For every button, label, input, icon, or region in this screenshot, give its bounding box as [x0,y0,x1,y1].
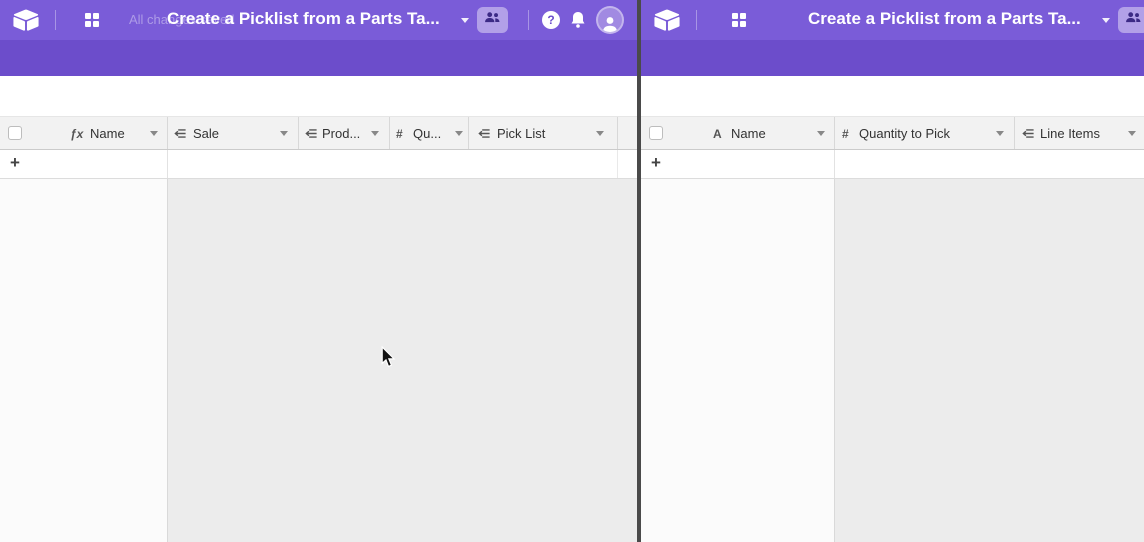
column-header[interactable]: Sale [193,126,219,141]
grid-header-row: A Name # Quantity to Pick Line Items [641,117,1144,150]
add-row[interactable]: + [0,150,637,179]
airtable-before-after: { "colors": { "topbar_purple": "#7a5cd8"… [0,0,1144,542]
column-divider[interactable] [389,117,390,149]
linked-record-field-icon [174,127,187,145]
base-title[interactable]: Create a Picklist from a Parts Ta... [808,9,1081,29]
table-tabbar: Sales Line Items PO + AUTOMATIONS EXTENS… [0,40,637,76]
add-record-icon[interactable]: + [651,153,661,173]
column-header[interactable]: Qu... [413,126,441,141]
column-divider [617,150,618,178]
notifications-bell-icon[interactable] [570,11,586,34]
help-icon[interactable]: ? [542,11,560,29]
formula-field-icon: ƒx [70,127,83,141]
airtable-logo-icon[interactable] [654,9,680,36]
chevron-down-icon[interactable] [596,131,604,136]
linked-record-field-icon [305,127,318,145]
column-divider[interactable] [1014,117,1015,149]
avatar[interactable] [598,8,622,32]
number-field-icon: # [396,127,403,141]
column-header[interactable]: Name [731,126,766,141]
view-toolbar: VIEWS Grid view [641,76,1144,117]
chevron-down-icon[interactable] [996,131,1004,136]
select-all-checkbox[interactable] [649,126,663,140]
add-record-icon[interactable]: + [10,153,20,173]
add-row[interactable]: + [641,150,1144,179]
collaborators-icon [1125,11,1142,29]
chevron-down-icon[interactable] [461,18,469,23]
single-line-text-field-icon: A [713,127,722,141]
column-header[interactable]: Pick List [497,126,545,141]
frozen-column-area[interactable] [0,179,168,542]
apps-grid-icon[interactable] [731,12,747,33]
chevron-down-icon[interactable] [455,131,463,136]
column-divider[interactable] [167,117,168,149]
column-divider[interactable] [834,117,835,149]
help-glyph: ? [547,13,554,27]
chevron-down-icon[interactable] [817,131,825,136]
share-button[interactable] [1118,7,1144,33]
collaborators-icon [484,11,501,29]
mouse-cursor [381,346,396,373]
share-button[interactable] [477,7,508,33]
topbar: All changes saved Create a Picklist from… [0,0,637,40]
column-divider [167,150,168,178]
view-toolbar: VIEWS Grid view [0,76,637,117]
frozen-column-area[interactable] [641,179,835,542]
column-header[interactable]: Prod... [322,126,360,141]
divider [528,10,529,30]
airtable-logo-icon[interactable] [13,9,39,36]
apps-grid-icon[interactable] [84,12,100,33]
topbar: Create a Picklist from a Parts Ta... [641,0,1144,40]
base-title[interactable]: Create a Picklist from a Parts Ta... [167,9,440,29]
number-field-icon: # [842,127,849,141]
chevron-down-icon[interactable] [280,131,288,136]
linked-record-field-icon [1022,127,1035,145]
grid-header-row: ƒx Name Sale Prod... # Qu... Pick List [0,117,637,150]
linked-record-field-icon [478,127,491,145]
grid-empty-area[interactable] [0,179,637,542]
table-tabbar: Sales Line Items Pick List + AUTOMATIONS [641,40,1144,76]
chevron-down-icon[interactable] [371,131,379,136]
chevron-down-icon[interactable] [1102,18,1110,23]
select-all-checkbox[interactable] [8,126,22,140]
column-header[interactable]: Line Items [1040,126,1100,141]
column-divider [834,150,835,178]
left-screen: All changes saved Create a Picklist from… [0,0,637,542]
divider [55,10,56,30]
column-header[interactable]: Name [90,126,125,141]
right-screen: Create a Picklist from a Parts Ta... Sal… [641,0,1144,542]
chevron-down-icon[interactable] [1128,131,1136,136]
divider [696,10,697,30]
column-divider[interactable] [468,117,469,149]
column-divider[interactable] [298,117,299,149]
grid-empty-area[interactable] [641,179,1144,542]
chevron-down-icon[interactable] [150,131,158,136]
column-header[interactable]: Quantity to Pick [859,126,950,141]
column-divider[interactable] [617,117,618,149]
